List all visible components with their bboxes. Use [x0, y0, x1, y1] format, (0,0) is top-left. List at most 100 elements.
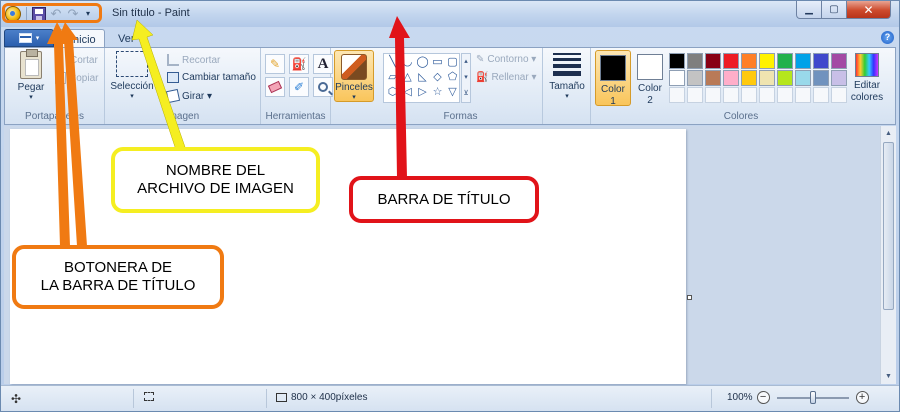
palette-swatch[interactable] [777, 70, 793, 86]
magnifier-tool[interactable] [313, 77, 333, 97]
canvas-resize-handle[interactable] [687, 295, 692, 300]
group-herramientas: ✎ ⛽ A ✐ Herramientas [261, 48, 333, 124]
zoom-out-button[interactable]: − [756, 391, 770, 404]
rotate-button[interactable]: Girar ▾ [165, 88, 212, 104]
color-spectrum-icon [855, 53, 879, 77]
shape-down-triangle[interactable]: ▽ [446, 86, 459, 99]
cut-button[interactable]: ✂ Cortar [55, 54, 98, 66]
vertical-scrollbar[interactable]: ▲ ▼ [880, 126, 896, 384]
size-button[interactable]: Tamaño ▾ [547, 51, 587, 100]
crop-icon [167, 54, 179, 66]
palette-swatch[interactable] [669, 53, 685, 69]
brushes-button[interactable]: Pinceles ▾ [334, 50, 374, 102]
scroll-thumb[interactable] [883, 142, 894, 310]
shape-polygon[interactable]: ▱ [386, 71, 399, 84]
palette-swatch[interactable] [705, 70, 721, 86]
shape-right-triangle[interactable]: ◺ [416, 71, 429, 84]
outline-button[interactable]: ✎ Contorno ▾ [476, 54, 536, 65]
fill-tool[interactable]: ⛽ [289, 54, 309, 74]
paint-menu-button[interactable]: ▾ [4, 29, 54, 47]
palette-swatch[interactable] [687, 70, 703, 86]
shape-star[interactable]: ☆ [431, 86, 444, 99]
help-icon[interactable]: ? [881, 31, 894, 44]
color-picker-tool[interactable]: ✐ [289, 77, 309, 97]
zoom-slider[interactable] [776, 390, 849, 404]
color2-number: 2 [647, 95, 653, 106]
palette-swatch[interactable] [687, 87, 703, 103]
palette-swatch[interactable] [831, 70, 847, 86]
palette-swatch[interactable] [813, 53, 829, 69]
palette-swatch[interactable] [723, 53, 739, 69]
text-tool[interactable]: A [313, 54, 333, 74]
rotate-icon [165, 88, 181, 104]
palette-swatch[interactable] [813, 87, 829, 103]
palette-swatch[interactable] [705, 53, 721, 69]
color1-button[interactable]: Color 1 [595, 50, 631, 107]
fill-button[interactable]: ⛽ Rellenar ▾ [476, 72, 537, 83]
palette-swatch[interactable] [705, 87, 721, 103]
palette-swatch[interactable] [669, 87, 685, 103]
resize-button[interactable]: Cambiar tamaño [167, 72, 256, 83]
paste-button[interactable]: Pegar ▾ [13, 49, 49, 101]
palette-swatch[interactable] [759, 87, 775, 103]
minimize-button[interactable]: ▁ [796, 1, 822, 19]
copy-button[interactable]: Copiar [55, 72, 98, 84]
callout-filename-line2: ARCHIVO DE IMAGEN [137, 180, 294, 197]
pencil-tool[interactable]: ✎ [265, 54, 285, 74]
palette-swatch[interactable] [831, 53, 847, 69]
scissors-icon: ✂ [55, 54, 65, 66]
close-button[interactable]: ✕ [847, 1, 891, 19]
shape-rounded-rectangle[interactable]: ▢ [446, 56, 459, 69]
palette-swatch[interactable] [831, 87, 847, 103]
shapes-scroll-down-icon[interactable]: ▾ [462, 70, 470, 86]
shape-right-arrow[interactable]: ▷ [416, 86, 429, 99]
palette-swatch[interactable] [723, 70, 739, 86]
shape-pentagon[interactable]: ⬠ [446, 71, 459, 84]
zoom-slider-thumb[interactable] [809, 390, 816, 404]
eraser-tool[interactable] [265, 77, 285, 97]
shapes-scroll-up-icon[interactable]: ▴ [462, 54, 470, 70]
palette-swatch[interactable] [759, 53, 775, 69]
palette-swatch[interactable] [723, 87, 739, 103]
scroll-down-icon[interactable]: ▼ [881, 369, 896, 384]
shape-line[interactable]: ╲ [386, 56, 399, 69]
shape-rectangle[interactable]: ▭ [431, 56, 444, 69]
select-rectangle-icon [116, 51, 148, 77]
palette-swatch[interactable] [741, 70, 757, 86]
palette-swatch[interactable] [777, 53, 793, 69]
scroll-up-icon[interactable]: ▲ [881, 126, 896, 141]
shape-curve[interactable]: ◡ [401, 56, 414, 69]
palette-swatch[interactable] [795, 70, 811, 86]
shapes-gallery: ╲ ◡ ◯ ▭ ▢ ▱ △ ◺ ◇ ⬠ ⬡ ◁ ▷ ☆ ▽ [383, 53, 460, 103]
shape-hexagon[interactable]: ⬡ [386, 86, 399, 99]
tab-ver[interactable]: Ver [108, 29, 145, 48]
shapes-expand-icon[interactable]: ⊻ [462, 86, 470, 102]
select-button[interactable]: Selección ▾ [109, 51, 155, 100]
tab-inicio[interactable]: Inicio [59, 29, 105, 48]
palette-swatch[interactable] [777, 87, 793, 103]
ribbon-tabs: ▾ Inicio Ver ? [4, 28, 896, 48]
palette-swatch[interactable] [795, 53, 811, 69]
shape-triangle[interactable]: △ [401, 71, 414, 84]
palette-swatch[interactable] [741, 53, 757, 69]
callout-titlebar-text: BARRA DE TÍTULO [377, 190, 511, 208]
edit-colors-button[interactable]: Editar colores [848, 51, 886, 104]
paint-bucket-icon: ⛽ [291, 57, 307, 71]
palette-swatch[interactable] [795, 87, 811, 103]
palette-swatch[interactable] [813, 70, 829, 86]
maximize-button[interactable]: ▢ [822, 1, 847, 19]
crop-button[interactable]: Recortar [167, 54, 220, 66]
shapes-scroll[interactable]: ▴ ▾ ⊻ [461, 53, 471, 103]
selection-size-icon [144, 392, 154, 401]
shape-diamond[interactable]: ◇ [431, 71, 444, 84]
palette-swatch[interactable] [759, 70, 775, 86]
palette-swatch[interactable] [741, 87, 757, 103]
zoom-in-button[interactable]: + [855, 391, 869, 404]
color2-button[interactable]: Color 2 [632, 50, 668, 106]
group-label-imagen: Imagen [165, 111, 200, 122]
shape-left-arrow[interactable]: ◁ [401, 86, 414, 99]
palette-swatch[interactable] [687, 53, 703, 69]
shape-oval[interactable]: ◯ [416, 56, 429, 69]
clipboard-icon [20, 49, 42, 79]
palette-swatch[interactable] [669, 70, 685, 86]
